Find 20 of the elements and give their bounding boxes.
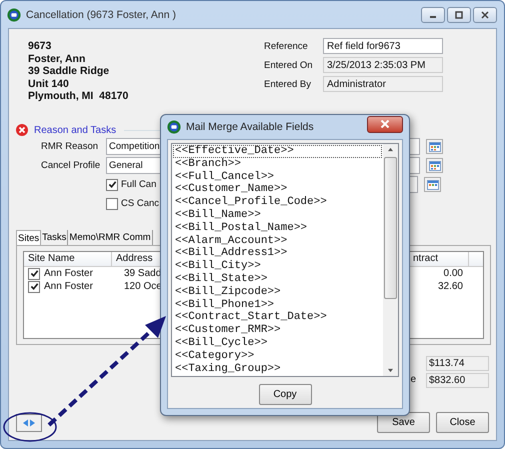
field-label: Reference xyxy=(264,40,309,52)
window-title: Cancellation (9673 Foster, Ann ) xyxy=(26,8,176,20)
table-cell-text: Ann Foster xyxy=(44,268,94,279)
table-cell-text: 0.00 xyxy=(442,268,463,279)
address-line: 39 Saddle Ridge xyxy=(28,65,110,78)
field-label: e xyxy=(410,374,416,385)
field-label: Cancel Profile xyxy=(41,160,102,171)
address-line: Unit 140 xyxy=(28,78,70,90)
table-cell-text: Ann Foster xyxy=(44,281,94,292)
field-label: RMR Reason xyxy=(41,141,100,152)
total-field: $832.60 xyxy=(426,373,489,388)
field-label: Entered On xyxy=(264,60,314,70)
field-label: Entered By xyxy=(264,78,312,90)
table-cell-text: 32.60 xyxy=(436,281,463,292)
address-line: Foster, Ann xyxy=(28,52,86,65)
dialog-title: Mail Merge Available Fields xyxy=(186,121,314,133)
total-field: $113.74 xyxy=(426,356,489,371)
section-title: Reason and Tasks xyxy=(34,124,116,136)
address-line: 9673 xyxy=(28,40,52,52)
address-line: Plymouth, MI 48170 xyxy=(28,90,130,102)
